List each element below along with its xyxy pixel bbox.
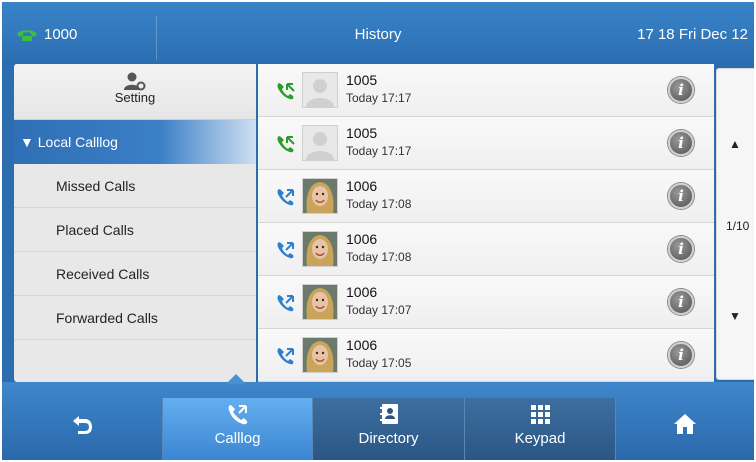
directory-label: Directory: [358, 430, 419, 447]
home-icon: [616, 398, 754, 434]
tab-calllog[interactable]: Calllog: [162, 398, 312, 460]
caller-number: 1006: [346, 231, 378, 247]
calllog-icon: [163, 398, 312, 426]
sidebar-item-forwarded-calls[interactable]: Forwarded Calls: [14, 296, 256, 340]
call-green-icon: [276, 81, 296, 101]
back-button[interactable]: [2, 398, 162, 460]
call-row[interactable]: 1006 Today 17:05 i: [258, 329, 714, 382]
caller-number: 1006: [346, 284, 378, 300]
date-time: 17 18 Fri Dec 12: [637, 26, 748, 43]
call-time: Today 17:08: [346, 197, 412, 211]
info-icon[interactable]: i: [668, 289, 694, 315]
call-blue-icon: [276, 293, 296, 313]
avatar: [302, 284, 338, 320]
call-blue-icon: [276, 346, 296, 366]
status-bar: 1000 History 17 18 Fri Dec 12: [2, 2, 754, 62]
call-green-icon: [276, 134, 296, 154]
info-icon[interactable]: i: [668, 183, 694, 209]
call-row[interactable]: 1005 Today 17:17 i: [258, 117, 714, 170]
call-time: Today 17:07: [346, 303, 412, 317]
call-blue-icon: [276, 240, 296, 260]
keypad-label: Keypad: [514, 430, 566, 447]
call-time: Today 17:17: [346, 91, 412, 105]
call-time: Today 17:08: [346, 250, 412, 264]
info-icon[interactable]: i: [668, 77, 694, 103]
call-row[interactable]: 1006 Today 17:08 i: [258, 170, 714, 223]
caller-number: 1006: [346, 337, 378, 353]
call-blue-icon: [276, 187, 296, 207]
sidebar-item-received-calls[interactable]: Received Calls: [14, 252, 256, 296]
info-icon[interactable]: i: [668, 130, 694, 156]
avatar: [302, 178, 338, 214]
call-history-list: 1005 Today 17:17 i 1005 Today 17:17 i 1006 Toda…: [258, 64, 714, 382]
back-icon: [2, 398, 162, 434]
call-row[interactable]: 1005 Today 17:17 i: [258, 64, 714, 117]
active-tab-pointer: [226, 374, 246, 384]
calllog-sidebar: Setting ▼ Local Calllog Missed Calls Pla…: [14, 64, 256, 382]
avatar: [302, 72, 338, 108]
calllog-label: Calllog: [214, 430, 261, 447]
home-button[interactable]: [616, 398, 754, 460]
tab-directory[interactable]: Directory: [312, 398, 464, 460]
call-time: Today 17:17: [346, 144, 412, 158]
sidebar-item-local-calllog[interactable]: ▼ Local Calllog: [14, 120, 256, 164]
page-up-button[interactable]: ▲: [729, 137, 741, 151]
keypad-icon: [465, 398, 615, 426]
softkey-bar: Calllog Directory Keypad: [2, 374, 754, 460]
caller-number: 1005: [346, 125, 378, 141]
setting-label: Setting: [114, 90, 156, 105]
avatar: [302, 125, 338, 161]
directory-icon: [313, 398, 464, 426]
page-down-button[interactable]: ▼: [729, 309, 741, 323]
pager: ▲ 1/10 ▼: [716, 68, 754, 380]
page-indicator: 1/10: [726, 219, 750, 233]
avatar: [302, 231, 338, 267]
call-time: Today 17:05: [346, 356, 412, 370]
setting-button[interactable]: Setting: [14, 64, 256, 120]
call-row[interactable]: 1006 Today 17:07 i: [258, 276, 714, 329]
sidebar-item-placed-calls[interactable]: Placed Calls: [14, 208, 256, 252]
tab-keypad[interactable]: Keypad: [464, 398, 616, 460]
info-icon[interactable]: i: [668, 342, 694, 368]
caller-number: 1005: [346, 72, 378, 88]
user-settings-icon: [14, 64, 256, 91]
avatar: [302, 337, 338, 373]
call-row[interactable]: 1006 Today 17:08 i: [258, 223, 714, 276]
sidebar-item-missed-calls[interactable]: Missed Calls: [14, 164, 256, 208]
phone-screen: 1000 History 17 18 Fri Dec 12 Setting ▼ …: [2, 2, 754, 460]
info-icon[interactable]: i: [668, 236, 694, 262]
caller-number: 1006: [346, 178, 378, 194]
